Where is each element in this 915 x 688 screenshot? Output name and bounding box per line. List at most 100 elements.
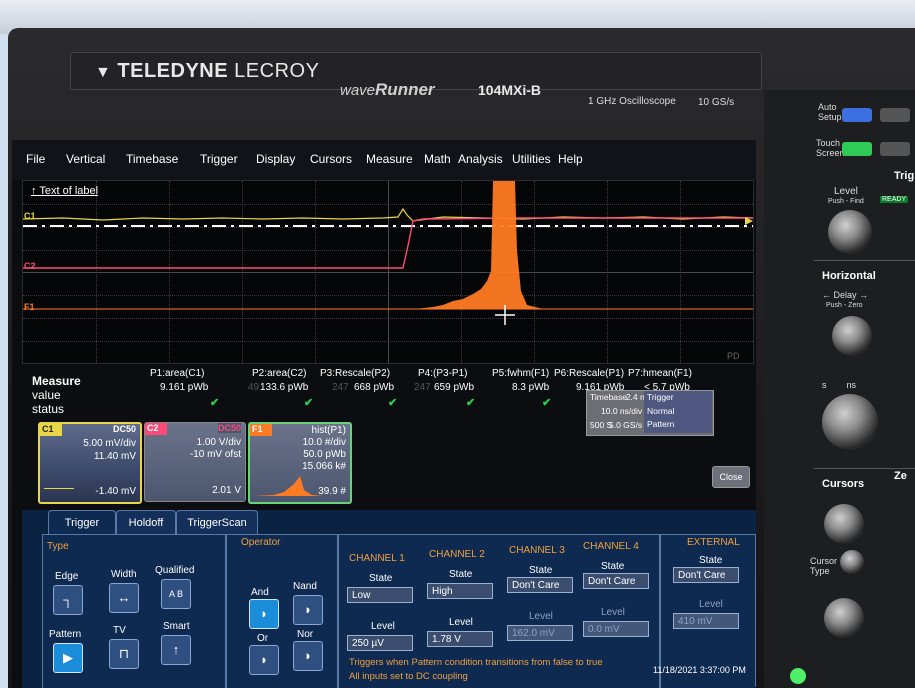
- p4-name[interactable]: P4:(P3-P1): [418, 368, 467, 379]
- op-nand-label: Nand: [293, 581, 317, 592]
- tab-triggerscan[interactable]: TriggerScan: [176, 510, 258, 535]
- f1-descriptor[interactable]: F1 hist(P1) 10.0 #/div 50.0 pWb 15.066 k…: [248, 422, 352, 504]
- f1-function: hist(P1): [311, 425, 346, 436]
- type-smart-button[interactable]: ↑: [161, 635, 191, 665]
- cursor-knob-1[interactable]: [824, 504, 864, 544]
- ch4-state-label: State: [601, 561, 625, 572]
- f1-trace-label: F1: [24, 302, 35, 312]
- menu-display[interactable]: Display: [256, 152, 295, 166]
- ch4-level-field[interactable]: 0.0 mV: [583, 621, 649, 637]
- push-zero-label: Push - Zero: [826, 302, 863, 309]
- trigger-box[interactable]: Trigger Normal Pattern: [644, 391, 712, 433]
- type-pattern-button[interactable]: ▶: [53, 643, 83, 673]
- cursor-type-button[interactable]: [840, 550, 864, 574]
- p2-name[interactable]: P2:area(C2): [252, 368, 306, 379]
- op-and-button[interactable]: ◗: [249, 599, 279, 629]
- menu-analysis[interactable]: Analysis: [458, 152, 503, 166]
- type-panel: Type Edge ┐ Width ↔ Qualified A B Patter…: [42, 534, 226, 688]
- p1-name[interactable]: P1:area(C1): [150, 368, 204, 379]
- p3-name[interactable]: P3:Rescale(P2): [320, 368, 390, 379]
- type-qualified-button[interactable]: A B: [161, 579, 191, 609]
- text-of-label[interactable]: ↑ Text of label: [31, 185, 98, 197]
- p2-ghost: 49: [248, 382, 260, 393]
- p3-status-check-icon: ✔: [388, 397, 398, 409]
- ch2-level-field[interactable]: 1.78 V: [427, 631, 493, 647]
- trigger-level-knob[interactable]: [828, 210, 872, 254]
- op-nor-label: Nor: [297, 629, 314, 640]
- horizontal-delay-knob[interactable]: [832, 316, 872, 356]
- c2-descriptor[interactable]: C2 DC50 1.00 V/div -10 mV ofst 2.01 V: [144, 422, 246, 502]
- ch1-level-label: Level: [371, 621, 395, 632]
- panel-button-gray[interactable]: [880, 108, 910, 122]
- ch1-state-field[interactable]: Low: [347, 587, 413, 603]
- type-width-button[interactable]: ↔: [109, 583, 139, 613]
- type-label: Type: [47, 541, 69, 552]
- menu-timebase[interactable]: Timebase: [126, 152, 178, 166]
- menu-utilities[interactable]: Utilities: [512, 152, 551, 166]
- panel-divider: [814, 260, 915, 261]
- ch1-level-field[interactable]: 250 µV: [347, 635, 413, 651]
- ext-level-field[interactable]: 410 mV: [673, 613, 739, 629]
- nor-gate-icon: ◗: [304, 648, 312, 663]
- timebase-per-div: 10.0 ns/div: [601, 406, 643, 416]
- c2-offset: -10 mV ofst: [189, 449, 241, 460]
- touch-screen-button[interactable]: [842, 142, 872, 156]
- type-edge-button[interactable]: ┐: [53, 585, 83, 615]
- auto-setup-button[interactable]: [842, 108, 872, 122]
- trigger-box-type: Pattern: [647, 419, 675, 429]
- nand-gate-icon: ◗: [304, 602, 312, 617]
- trigger-message-1: Triggers when Pattern condition transiti…: [349, 657, 603, 668]
- ch3-state-field[interactable]: Don't Care: [507, 577, 573, 593]
- ch3-state-label: State: [529, 565, 553, 576]
- menu-cursors[interactable]: Cursors: [310, 152, 352, 166]
- p7-name[interactable]: P7:hmean(F1): [628, 368, 692, 379]
- p4-status-check-icon: ✔: [466, 397, 476, 409]
- type-tv-button[interactable]: ⊓: [109, 639, 139, 669]
- ext-state-field[interactable]: Don't Care: [673, 567, 739, 583]
- menu-help[interactable]: Help: [558, 152, 583, 166]
- menu-trigger[interactable]: Trigger: [200, 152, 238, 166]
- c1-trace: [23, 207, 753, 222]
- tab-trigger[interactable]: Trigger: [48, 510, 116, 535]
- menu-file[interactable]: File: [26, 152, 45, 166]
- operator-panel: Operator And ◗ Nand ◗ Or ◗ Nor ◗: [226, 534, 338, 688]
- op-nand-button[interactable]: ◗: [293, 595, 323, 625]
- trigger-level-label: Level: [834, 186, 858, 197]
- ch2-state-field[interactable]: High: [427, 583, 493, 599]
- panel-button-gray-2[interactable]: [880, 142, 910, 156]
- ch4-state-field[interactable]: Don't Care: [583, 573, 649, 589]
- measure-row-value: value: [32, 388, 61, 402]
- p6-name[interactable]: P6:Rescale(P1): [554, 368, 624, 379]
- menu-measure[interactable]: Measure: [366, 152, 413, 166]
- qualified-icon: A B: [168, 589, 183, 599]
- p5-name[interactable]: P5:fwhm(F1): [492, 368, 549, 379]
- f1-scale: 10.0 #/div: [302, 437, 346, 448]
- cursor-knob-2[interactable]: [824, 598, 864, 638]
- scope-screen: File Vertical Timebase Trigger Display C…: [12, 140, 756, 688]
- op-or-button[interactable]: ◗: [249, 645, 279, 675]
- time-per-div-label: s ns: [822, 380, 857, 390]
- menu-math[interactable]: Math: [424, 152, 451, 166]
- c1-readout: -1.40 mV: [95, 486, 136, 497]
- menu-vertical[interactable]: Vertical: [66, 152, 105, 166]
- front-panel-controls: Auto Setup Touch Screen Trig Level Push …: [764, 90, 915, 688]
- product-line-light: wave: [340, 82, 376, 99]
- ch3-level-field[interactable]: 162.0 mV: [507, 625, 573, 641]
- op-nor-button[interactable]: ◗: [293, 641, 323, 671]
- trigger-message-2: All inputs set to DC coupling: [349, 671, 468, 682]
- auto-setup-label: Auto Setup: [818, 102, 842, 122]
- measure-row-status: status: [32, 402, 65, 416]
- c2-tag: C2: [147, 423, 159, 433]
- c1-descriptor[interactable]: C1 DC50 5.00 mV/div 11.40 mV -1.40 mV: [38, 422, 142, 504]
- width-icon: ↔: [117, 590, 131, 605]
- tab-holdoff[interactable]: Holdoff: [116, 510, 176, 535]
- f1-readout: 39.9 #: [318, 486, 346, 497]
- timestamp: 11/18/2021 3:37:00 PM: [653, 665, 746, 675]
- cursors-section-title: Cursors: [822, 478, 865, 490]
- waveform-grid[interactable]: ↑ Text of label C1 C2 F1 PD: [22, 180, 754, 364]
- trigger-box-label: Trigger: [647, 392, 674, 402]
- close-button[interactable]: Close: [712, 466, 750, 488]
- timebase-knob[interactable]: [822, 394, 878, 450]
- brand-sub: LECROY: [234, 60, 320, 82]
- c2-coupling: DC50: [217, 423, 241, 433]
